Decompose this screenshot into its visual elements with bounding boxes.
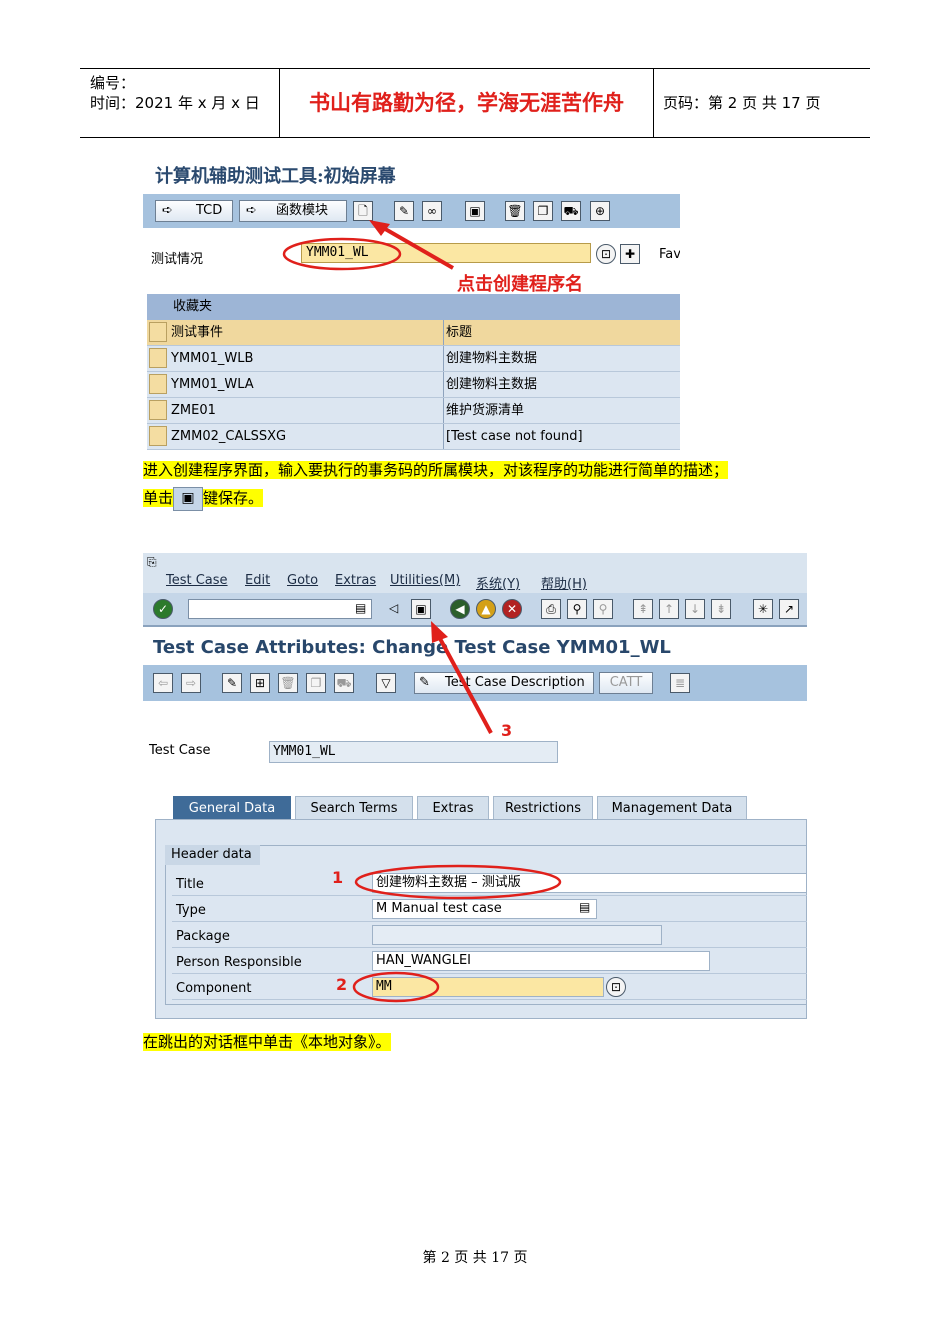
- motto: 书山有路勤为径，学海无涯苦作舟: [280, 69, 654, 137]
- annotation-overlay: [352, 621, 562, 1003]
- annotation-overlay: [282, 220, 454, 271]
- para2-text: 在跳出的对话框中单击《本地对象》。: [143, 1033, 391, 1051]
- code-label: 编号：: [90, 74, 136, 92]
- para1-line2a: 单击: [143, 489, 174, 507]
- arrow-head: [369, 220, 390, 236]
- marker-3: 3: [501, 721, 513, 740]
- page-number-label: 页码：第 2 页 共 17 页: [663, 94, 821, 112]
- marker-2: 2: [336, 975, 348, 994]
- arrow-head: [431, 621, 448, 643]
- header-meta: 编号： 时间：2021 年 x 月 x 日: [80, 69, 280, 137]
- screenshot-initial-screen: 计算机辅助测试工具:初始屏幕 ➪ TCD ➪ 函数模块 🗋 ✎ ∞ ▣ 🗑 ❐ …: [143, 156, 680, 451]
- annotation-arrow-save: [435, 632, 493, 734]
- para1-line2b: 键保存。: [203, 489, 264, 507]
- highlight-oval: [282, 237, 402, 271]
- paragraph-1: 进入创建程序界面，输入要执行的事务码的所属模块，对该程序的功能进行简单的描述； …: [143, 456, 729, 512]
- marker-1: 1: [332, 868, 344, 887]
- page-footer: 第 2 页 共 17 页: [422, 1250, 528, 1266]
- page-header: 编号： 时间：2021 年 x 月 x 日 书山有路勤为径，学海无涯苦作舟 页码…: [80, 68, 870, 138]
- highlight-oval-component: [352, 971, 440, 1003]
- para1-line1: 进入创建程序界面，输入要执行的事务码的所属模块，对该程序的功能进行简单的描述；: [143, 461, 729, 479]
- paragraph-2: 在跳出的对话框中单击《本地对象》。: [143, 1028, 391, 1056]
- date-label: 时间：2021 年 x 月 x 日: [90, 94, 260, 112]
- highlight-oval-title: [354, 864, 562, 900]
- save-icon: ▣: [173, 487, 204, 511]
- screenshot-test-case-attributes: ⎘ Test Case Edit Goto Extras Utilities(M…: [143, 553, 807, 1020]
